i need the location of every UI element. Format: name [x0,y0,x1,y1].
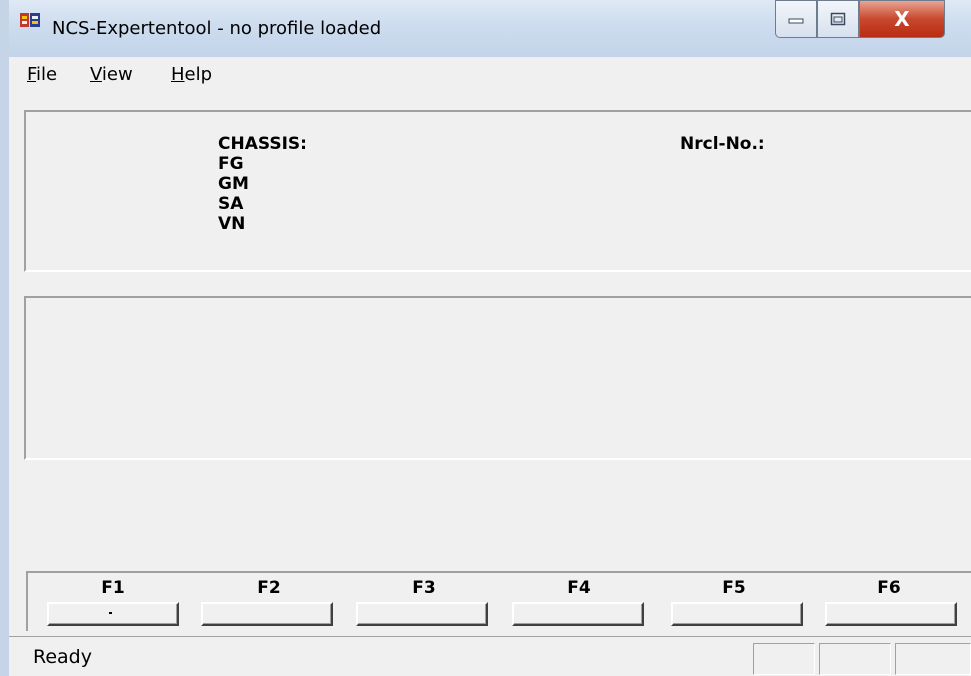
menu-help[interactable]: Help [171,64,212,85]
f6-label: F6 [877,578,901,598]
f6-button[interactable] [825,602,957,626]
nrcl-no-label: Nrcl-No.: [680,134,765,154]
close-icon: X [894,7,910,31]
f1-button[interactable] [47,602,179,626]
vehicle-info-panel: CHASSIS: FG GM SA VN Nrcl-No.: [24,110,971,272]
chassis-label: CHASSIS: [218,134,307,154]
f3-label: F3 [412,578,436,598]
title-bar[interactable]: NCS-Expertentool - no profile loaded X [9,0,971,57]
f4-button[interactable] [512,602,644,626]
minimize-button[interactable] [775,0,817,38]
fg-label: FG [218,154,244,174]
maximize-button[interactable] [817,0,859,38]
output-panel [24,296,971,460]
minimize-icon [788,18,804,24]
f1-label: F1 [101,578,125,598]
status-pane-1 [753,643,815,675]
f4-label: F4 [567,578,591,598]
function-key-bar: F1 F2 F3 F4 F5 F6 [26,571,971,631]
f2-label: F2 [257,578,281,598]
app-window: NCS-Expertentool - no profile loaded X F… [0,0,971,676]
close-button[interactable]: X [859,0,945,38]
status-bar: Ready [9,636,971,676]
window-title: NCS-Expertentool - no profile loaded [52,18,382,39]
status-text: Ready [33,646,92,668]
maximize-icon [830,12,846,26]
app-icon [20,13,40,27]
f5-button[interactable] [671,602,803,626]
gm-label: GM [218,174,249,194]
f5-label: F5 [722,578,746,598]
status-pane-3 [895,643,971,675]
focus-indicator [109,612,112,614]
f2-button[interactable] [201,602,333,626]
menu-file[interactable]: File [27,64,57,85]
menu-view[interactable]: View [90,64,133,85]
f3-button[interactable] [356,602,488,626]
sa-label: SA [218,194,244,214]
vn-label: VN [218,214,246,234]
menu-bar: File View Help [9,60,971,90]
status-pane-2 [819,643,891,675]
